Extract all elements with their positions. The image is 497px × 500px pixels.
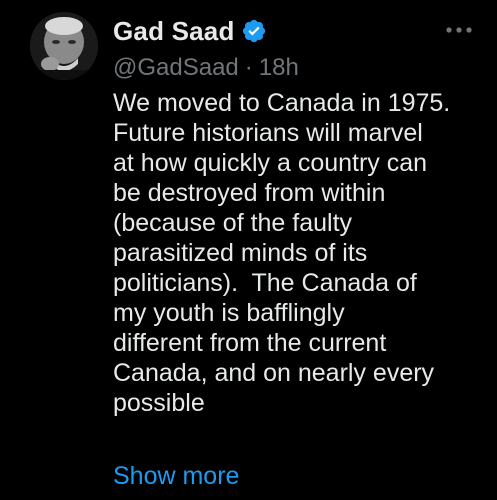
- meta-separator: ·: [244, 54, 253, 81]
- tweet-text-line: parasitized minds of its: [113, 239, 368, 267]
- tweet-text-line: my youth is bafflingly: [113, 299, 345, 327]
- tweet-text-line: be destroyed from within: [113, 179, 386, 207]
- ellipsis-icon: [446, 27, 472, 33]
- tweet-text-line: different from the current: [113, 329, 387, 357]
- avatar-image: [30, 12, 98, 80]
- tweet-timestamp[interactable]: 18h: [259, 54, 299, 82]
- tweet-text-line: possible: [113, 389, 205, 417]
- tweet-text-line: at how quickly a country can: [113, 149, 428, 177]
- tweet-header: Gad Saad @GadSaad · 18h: [113, 14, 477, 84]
- tweet-text: We moved to Canada in 1975. Future histor…: [113, 88, 483, 418]
- tweet-text-line: (because of the faulty: [113, 209, 353, 237]
- author-meta-row: @GadSaad · 18h: [113, 54, 477, 82]
- tweet-text-line: We moved to Canada in 1975.: [113, 89, 451, 117]
- author-name-row: Gad Saad: [113, 14, 477, 48]
- author-display-name[interactable]: Gad Saad: [113, 16, 235, 47]
- author-handle[interactable]: @GadSaad: [113, 54, 239, 82]
- verified-badge-icon: [242, 19, 265, 43]
- more-options-button[interactable]: [443, 20, 475, 40]
- avatar[interactable]: [30, 12, 98, 80]
- tweet-card: Gad Saad @GadSaad · 18h We moved to Cana…: [0, 0, 497, 500]
- tweet-text-line: politicians). The Canada of: [113, 269, 417, 297]
- show-more-link[interactable]: Show more: [113, 461, 239, 491]
- tweet-text-line: Future historians will marvel: [113, 119, 423, 147]
- tweet-text-line: Canada, and on nearly every: [113, 359, 435, 387]
